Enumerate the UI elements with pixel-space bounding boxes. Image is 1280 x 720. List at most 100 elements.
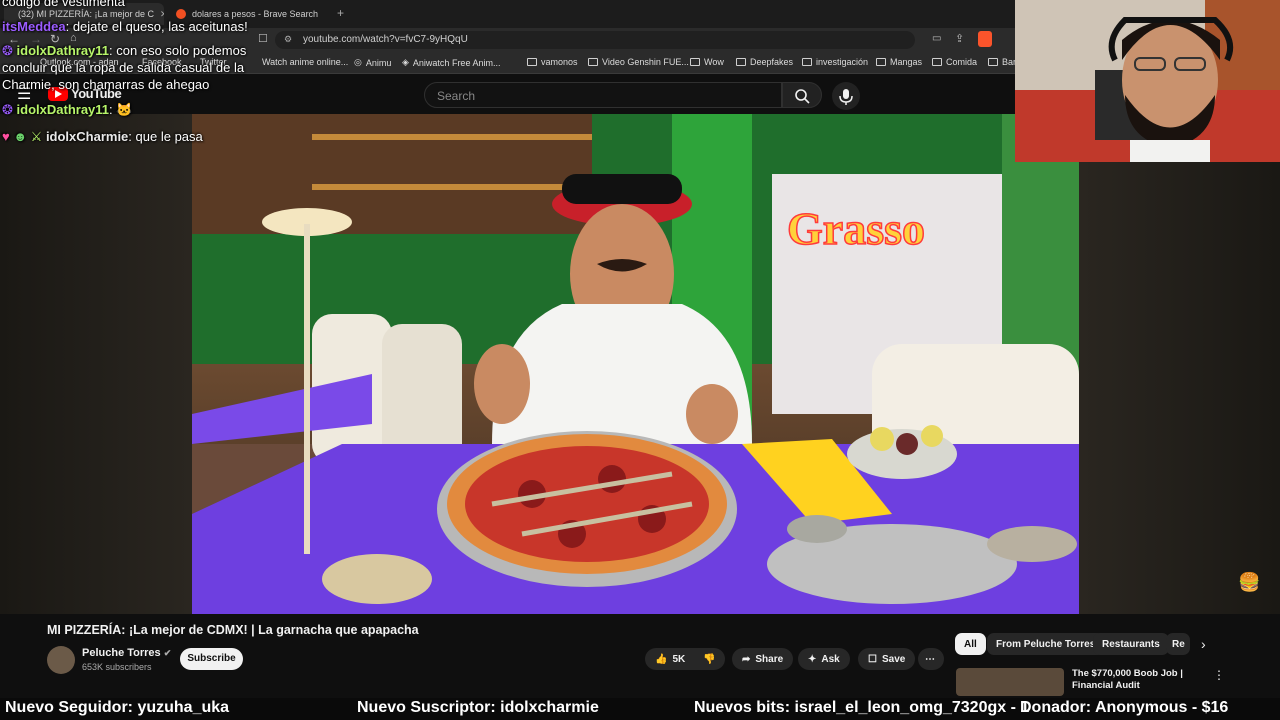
brave-favicon-icon	[176, 9, 186, 19]
new-tab-icon[interactable]: +	[337, 6, 344, 20]
share-label: Share	[755, 653, 784, 665]
sparkle-icon: ✦	[808, 653, 817, 665]
subscribe-button[interactable]: Subscribe	[180, 648, 243, 670]
bookmark-folder-investigacion[interactable]: investigación	[802, 57, 868, 67]
bookmark-label: Mangas	[890, 57, 923, 67]
chat-message: ♥ ☻ ⚔ idolxCharmie: que le pasa	[2, 129, 203, 144]
folder-icon	[988, 58, 998, 66]
search-placeholder: Search	[437, 89, 476, 103]
bookmark-label: vamonos	[541, 57, 578, 67]
more-horizontal-icon: ⋯	[925, 653, 935, 665]
bookmark-folder-comida[interactable]: Comida	[932, 57, 977, 67]
bookmark-label: investigación	[816, 57, 869, 67]
stream-ticker: Nuevo Seguidor: yuzuha_uka Nuevo Suscrip…	[0, 698, 1280, 720]
search-input[interactable]: Search	[424, 82, 782, 108]
like-button[interactable]: 👍 5K	[645, 648, 695, 670]
video-blurred-right	[1079, 114, 1280, 614]
chip-all[interactable]: All	[955, 633, 986, 655]
subscriber-count: 653K subscribers	[82, 662, 152, 672]
chat-message: codigo de vestimenta	[2, 0, 125, 9]
chat-username[interactable]: idolxCharmie	[46, 129, 128, 144]
channel-name-text: Peluche Torres	[82, 647, 161, 659]
folder-icon	[736, 58, 746, 66]
url-input[interactable]: ⚙ youtube.com/watch?v=fvC7-9yHQqU	[275, 31, 915, 49]
video-frame: Grasso	[192, 114, 1079, 614]
recommended-thumbnail[interactable]	[956, 668, 1064, 696]
chat-badge-icon: ❂	[2, 43, 13, 58]
folder-icon	[802, 58, 812, 66]
bookmark-folder-bar[interactable]: Bar	[988, 57, 1016, 67]
webcam-image	[1015, 0, 1280, 162]
chip-from-channel[interactable]: From Peluche Torres	[987, 633, 1105, 655]
share-icon: ➦	[742, 653, 751, 665]
chat-message: ❂ idolxDathray11: 🐱	[2, 102, 133, 117]
folder-icon	[932, 58, 942, 66]
folder-icon	[527, 58, 537, 66]
globe-icon: ◎	[354, 57, 362, 67]
search-icon	[795, 89, 810, 104]
channel-name[interactable]: Peluche Torres ✔	[82, 647, 171, 659]
chat-badge-icon: ❂	[2, 102, 13, 117]
voice-search-button[interactable]	[832, 82, 860, 110]
streamer-webcam	[1015, 0, 1280, 162]
bookmark-folder-genshin[interactable]: Video Genshin FUE...	[588, 57, 689, 67]
chat-username[interactable]: itsMeddea	[2, 19, 66, 34]
ticker-follower: Nuevo Seguidor: yuzuha_uka	[5, 699, 230, 716]
bookmark-folder-mangas[interactable]: Mangas	[876, 57, 922, 67]
chat-username[interactable]: idolxDathray11	[17, 102, 110, 117]
tab-label: dolares a pesos - Brave Search	[192, 9, 319, 19]
alien-badge-icon: ☻	[13, 129, 28, 144]
chat-message: ❂ idolxDathray11: con eso solo podemos c…	[2, 43, 247, 92]
close-icon[interactable]: ✕	[160, 9, 164, 20]
bookmark-folder-vamonos[interactable]: vamonos	[527, 57, 578, 67]
bookmark-label: Video Genshin FUE...	[602, 57, 689, 67]
recommended-title[interactable]: The $770,000 Boob Job | Financial Audit	[1072, 668, 1207, 692]
bookmark-animu[interactable]: ◎ Animu	[354, 57, 391, 68]
verified-icon: ✔	[163, 648, 172, 658]
bookmark-label: Bar	[1002, 57, 1017, 67]
save-label: Save	[881, 653, 906, 665]
bookmark-folder-wow[interactable]: Wow	[690, 57, 724, 67]
dislike-button[interactable]: 👎	[695, 648, 725, 670]
cat-emote-icon: 🐱	[116, 102, 133, 117]
bookmark-label: Deepfakes	[750, 57, 794, 67]
channel-avatar[interactable]	[47, 646, 75, 674]
bookmark-label: Wow	[704, 57, 724, 67]
aniwatch-icon: ◈	[402, 57, 409, 67]
bookmark-aniwatch[interactable]: ◈ Aniwatch Free Anim...	[402, 57, 500, 68]
chat-message: itsMeddea: dejate el queso, las aceituna…	[2, 19, 248, 34]
more-vertical-icon[interactable]: ⋮	[1213, 668, 1225, 682]
share-button[interactable]: ➦ Share	[732, 648, 794, 670]
ticker-subscriber: Nuevo Suscriptor: idolxcharmie	[357, 699, 599, 716]
video-player[interactable]: Grasso 🍔	[0, 114, 1280, 614]
chip-more[interactable]: Re	[1166, 633, 1190, 655]
svg-text:Grasso: Grasso	[787, 203, 925, 254]
ask-button[interactable]: ✦ Ask	[798, 648, 850, 670]
bookmark-save-icon: ☐	[868, 653, 877, 665]
bookmark-folder-deepfakes[interactable]: Deepfakes	[736, 57, 793, 67]
like-count: 5K	[672, 653, 686, 665]
sword-badge-icon: ⚔	[30, 129, 43, 144]
microphone-icon	[839, 89, 853, 105]
chat-username[interactable]: idolxDathray11	[17, 43, 110, 58]
chip-restaurants[interactable]: Restaurants	[1093, 633, 1169, 655]
pizzeria-scene-image: Grasso	[192, 114, 1079, 614]
more-actions-button[interactable]: ⋯	[918, 648, 944, 670]
brave-shields-icon[interactable]	[978, 31, 992, 47]
tab-label: (32) MI PIZZERÍA: ¡La mejor de C	[18, 9, 155, 19]
chat-text: dejate el queso, las aceitunas!	[72, 19, 248, 34]
folder-icon	[876, 58, 886, 66]
cast-icon[interactable]: ▭	[932, 33, 941, 44]
ticker-donor: Donador: Anonymous - $16	[1020, 699, 1229, 716]
video-blurred-left	[0, 114, 192, 614]
save-button[interactable]: ☐ Save	[858, 648, 916, 670]
heart-badge-icon: ♥	[2, 129, 10, 144]
video-title: MI PIZZERÍA: ¡La mejor de CDMX! | La gar…	[47, 623, 419, 637]
search-button[interactable]	[782, 82, 822, 108]
share-page-icon[interactable]: ⇪	[955, 32, 964, 45]
thumbs-up-icon: 👍	[655, 653, 668, 665]
thumbs-down-icon: 👎	[703, 653, 716, 665]
chevron-right-icon[interactable]: ›	[1201, 636, 1206, 652]
chat-text: que le pasa	[135, 129, 203, 144]
bookmark-label: Comida	[946, 57, 978, 67]
